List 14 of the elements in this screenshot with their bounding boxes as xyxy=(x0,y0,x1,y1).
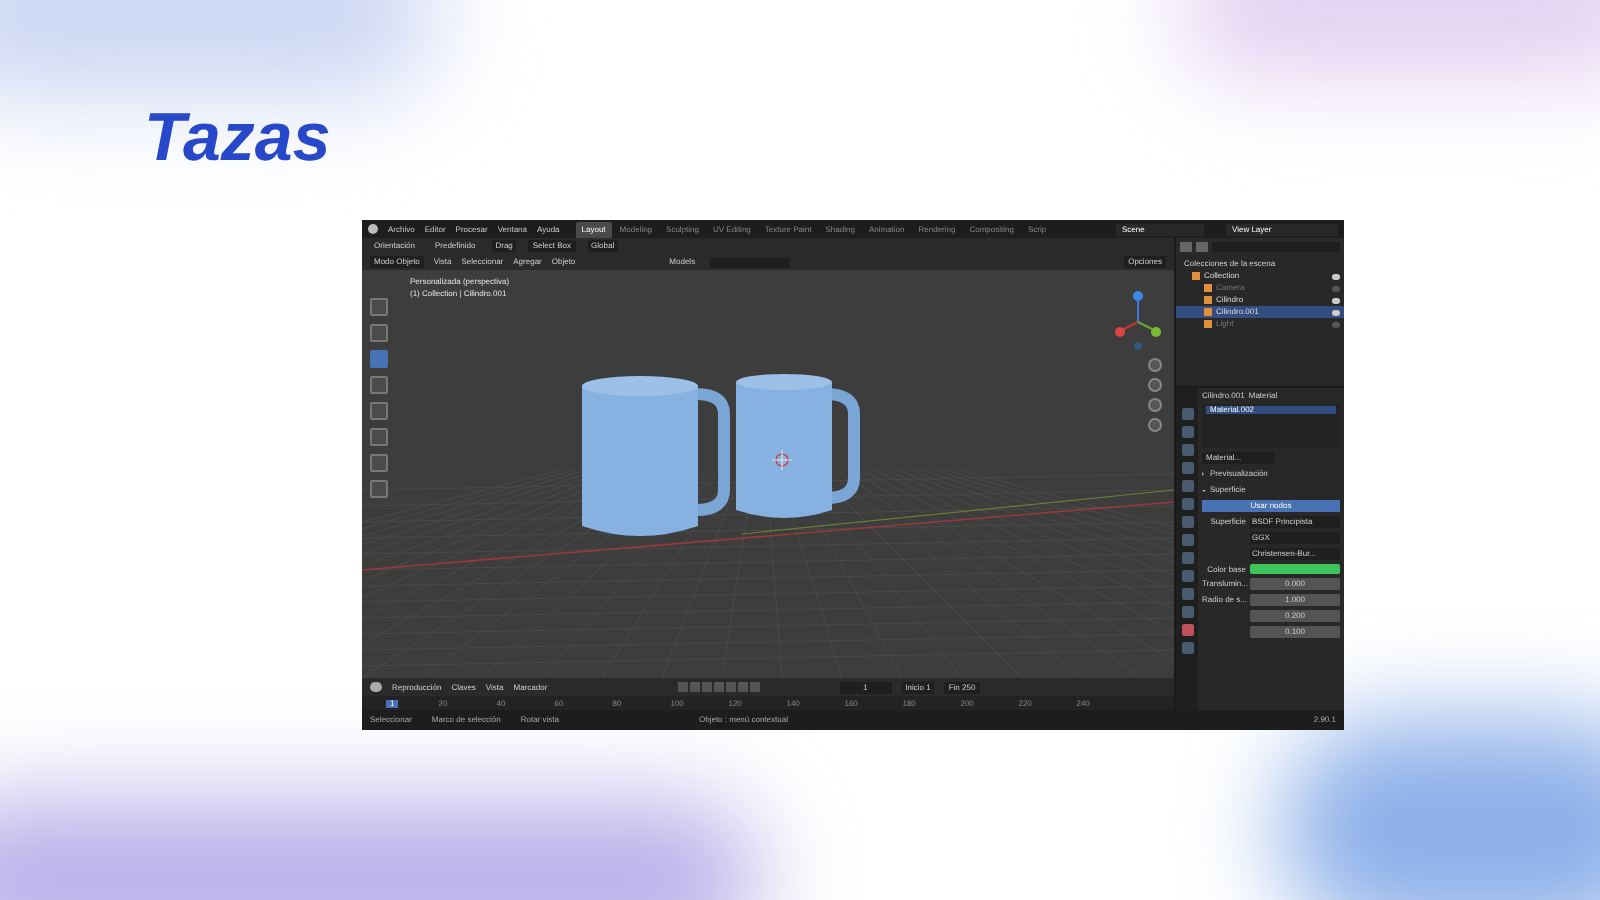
origin-cursor-icon xyxy=(771,449,793,471)
camera-icon[interactable] xyxy=(1148,398,1162,412)
editor-type-icon[interactable] xyxy=(1180,241,1192,251)
color-swatch[interactable] xyxy=(1250,564,1340,574)
filter-icon[interactable] xyxy=(1196,241,1208,251)
hand-icon[interactable] xyxy=(1148,378,1162,392)
grid-icon[interactable] xyxy=(1148,418,1162,432)
navigation-gizmo-icon[interactable] xyxy=(1115,291,1161,350)
zoom-icon[interactable] xyxy=(1148,358,1162,372)
app-logo-icon[interactable] xyxy=(368,224,378,234)
slide-title: Tazas xyxy=(144,98,331,180)
clock-icon[interactable] xyxy=(370,682,382,692)
mug-drawing xyxy=(736,374,860,518)
search-field[interactable] xyxy=(709,257,790,267)
